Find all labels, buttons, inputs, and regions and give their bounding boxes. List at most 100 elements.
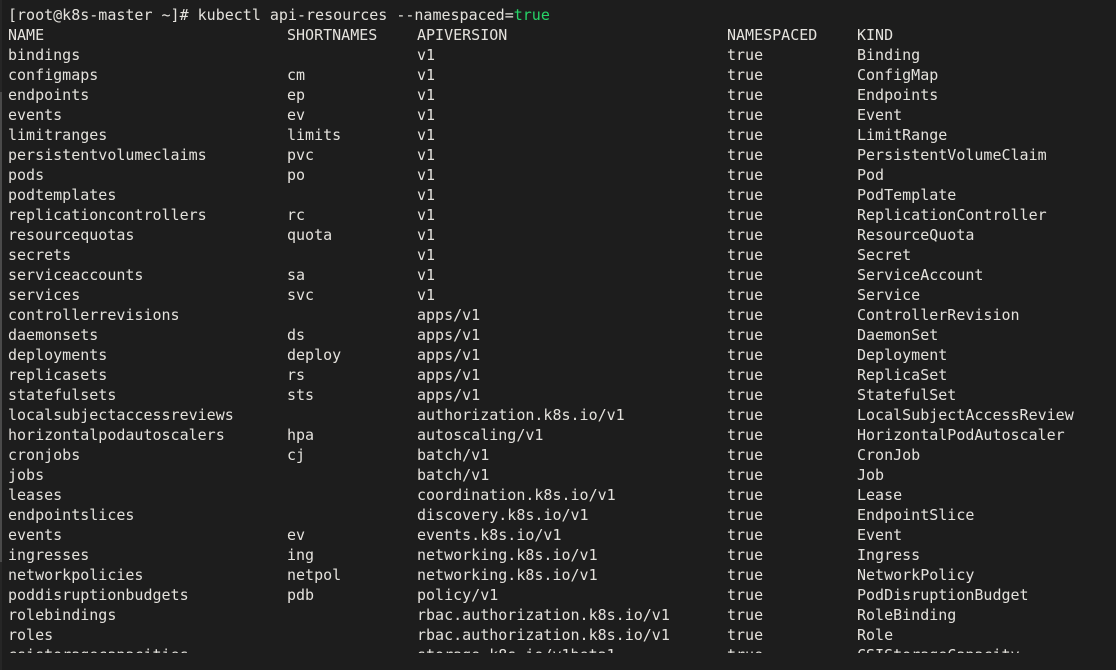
- row-kind: ConfigMap: [857, 66, 939, 84]
- row-apiversion: autoscaling/v1: [417, 426, 544, 444]
- row-kind: ServiceAccount: [857, 266, 984, 284]
- row-apiversion: policy/v1: [417, 586, 499, 604]
- table-row: serviceaccounts sa v1 true ServiceAccount: [0, 265, 1116, 285]
- table-row: horizontalpodautoscalers hpa autoscaling/v…: [0, 425, 1116, 445]
- row-apiversion: storage.k8s.io/v1beta1: [417, 645, 616, 653]
- row-shortnames: rs: [287, 366, 306, 384]
- row-namespaced: true: [727, 86, 764, 104]
- row-kind: EndpointSlice: [857, 506, 975, 524]
- row-name: serviceaccounts: [8, 266, 144, 284]
- header-apiversion: APIVERSION: [417, 26, 508, 44]
- table-row: secrets v1 true Secret: [0, 245, 1116, 265]
- command-prompt-line: [root@k8s-master ~]# kubectl api-resourc…: [0, 5, 1116, 25]
- row-kind: Job: [857, 466, 885, 484]
- row-shortnames: sts: [287, 386, 315, 404]
- row-name: jobs: [8, 466, 45, 484]
- table-row: services svc v1 true Service: [0, 285, 1116, 305]
- row-name: deployments: [8, 346, 108, 364]
- table-row: daemonsets ds apps/v1 true DaemonSet: [0, 325, 1116, 345]
- row-namespaced: true: [727, 106, 764, 124]
- table-row: ingresses ing networking.k8s.io/v1 true Ingr…: [0, 545, 1116, 565]
- row-kind: HorizontalPodAutoscaler: [857, 426, 1065, 444]
- row-kind: Endpoints: [857, 86, 939, 104]
- row-apiversion: apps/v1: [417, 326, 481, 344]
- table-row: limitranges limits v1 true LimitRange: [0, 125, 1116, 145]
- row-apiversion: coordination.k8s.io/v1: [417, 486, 616, 504]
- table-row: replicationcontrollers rc v1 true Replicatio…: [0, 205, 1116, 225]
- table-row: endpointslices discovery.k8s.io/v1 true End…: [0, 505, 1116, 525]
- row-kind: Pod: [857, 166, 885, 184]
- row-kind: ControllerRevision: [857, 306, 1020, 324]
- row-shortnames: ds: [287, 326, 306, 344]
- row-name: endpointslices: [8, 506, 135, 524]
- row-kind: PersistentVolumeClaim: [857, 146, 1047, 164]
- row-namespaced: true: [727, 386, 764, 404]
- table-row: rolebindings rbac.authorization.k8s.io/v1…: [0, 605, 1116, 625]
- row-name: services: [8, 286, 81, 304]
- row-namespaced: true: [727, 626, 764, 644]
- row-namespaced: true: [727, 286, 764, 304]
- row-apiversion: v1: [417, 146, 436, 164]
- row-namespaced: true: [727, 166, 764, 184]
- row-shortnames: pdb: [287, 586, 315, 604]
- table-row: pods po v1 true Pod: [0, 165, 1116, 185]
- row-apiversion: batch/v1: [417, 466, 490, 484]
- table-row: deployments deploy apps/v1 true Deployment: [0, 345, 1116, 365]
- row-kind: DaemonSet: [857, 326, 939, 344]
- row-namespaced: true: [727, 326, 764, 344]
- row-name: rolebindings: [8, 606, 117, 624]
- terminal-window[interactable]: [root@k8s-master ~]# kubectl api-resourc…: [0, 0, 1116, 670]
- row-shortnames: svc: [287, 286, 315, 304]
- row-shortnames: ep: [287, 86, 306, 104]
- row-name: replicationcontrollers: [8, 206, 207, 224]
- row-namespaced: true: [727, 246, 764, 264]
- row-namespaced: true: [727, 406, 764, 424]
- row-apiversion: v1: [417, 46, 436, 64]
- row-kind: Event: [857, 526, 903, 544]
- row-namespaced: true: [727, 526, 764, 544]
- row-kind: Lease: [857, 486, 903, 504]
- row-name: roles: [8, 626, 54, 644]
- row-namespaced: true: [727, 146, 764, 164]
- row-name: podtemplates: [8, 186, 117, 204]
- table-row: statefulsets sts apps/v1 true StatefulSet: [0, 385, 1116, 405]
- row-kind: PodDisruptionBudget: [857, 586, 1029, 604]
- row-name: poddisruptionbudgets: [8, 586, 189, 604]
- row-kind: Service: [857, 286, 921, 304]
- header-namespaced: NAMESPACED: [727, 26, 818, 44]
- table-row: endpoints ep v1 true Endpoints: [0, 85, 1116, 105]
- row-namespaced: true: [727, 566, 764, 584]
- row-name: networkpolicies: [8, 566, 144, 584]
- row-namespaced: true: [727, 366, 764, 384]
- row-namespaced: true: [727, 226, 764, 244]
- command-flag-value: true: [513, 6, 550, 24]
- table-row: persistentvolumeclaims pvc v1 true Persisten…: [0, 145, 1116, 165]
- row-apiversion: batch/v1: [417, 446, 490, 464]
- row-apiversion: rbac.authorization.k8s.io/v1: [417, 626, 670, 644]
- row-kind: LocalSubjectAccessReview: [857, 406, 1074, 424]
- row-apiversion: discovery.k8s.io/v1: [417, 506, 589, 524]
- table-row: leases coordination.k8s.io/v1 true Lease: [0, 485, 1116, 505]
- row-namespaced: true: [727, 546, 764, 564]
- row-shortnames: deploy: [287, 346, 342, 364]
- row-name: endpoints: [8, 86, 90, 104]
- row-namespaced: true: [727, 346, 764, 364]
- row-apiversion: v1: [417, 166, 436, 184]
- row-kind: CronJob: [857, 446, 921, 464]
- row-shortnames: netpol: [287, 566, 342, 584]
- row-apiversion: networking.k8s.io/v1: [417, 546, 598, 564]
- row-namespaced: true: [727, 486, 764, 504]
- table-row: networkpolicies netpol networking.k8s.io/v…: [0, 565, 1116, 585]
- table-row: bindings v1 true Binding: [0, 45, 1116, 65]
- header-name: NAME: [8, 26, 45, 44]
- table-row: configmaps cm v1 true ConfigMap: [0, 65, 1116, 85]
- row-apiversion: authorization.k8s.io/v1: [417, 406, 625, 424]
- row-name: replicasets: [8, 366, 108, 384]
- row-namespaced: true: [727, 466, 764, 484]
- row-apiversion: v1: [417, 226, 436, 244]
- row-namespaced: true: [727, 66, 764, 84]
- row-namespaced: true: [727, 186, 764, 204]
- row-apiversion: apps/v1: [417, 366, 481, 384]
- row-name: pods: [8, 166, 45, 184]
- row-name: limitranges: [8, 126, 108, 144]
